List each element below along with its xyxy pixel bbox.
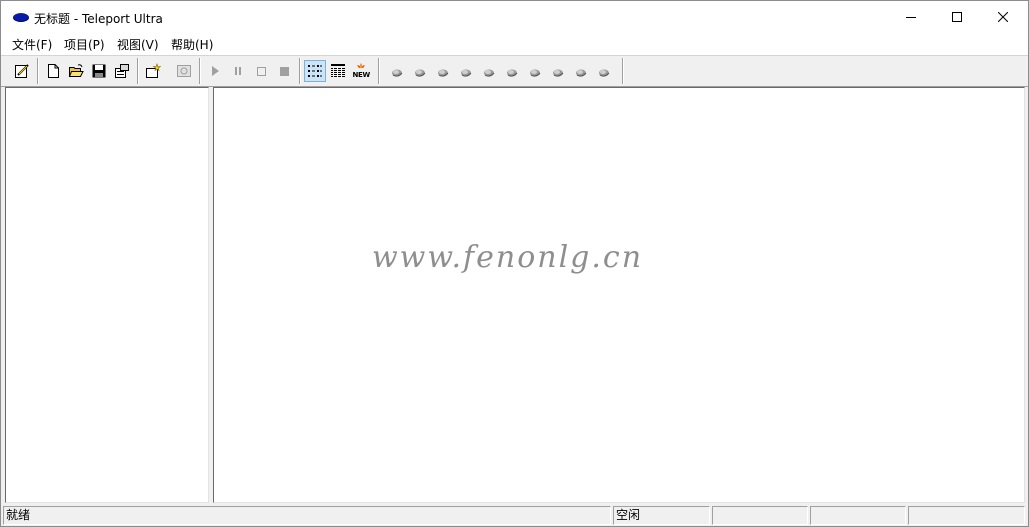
save-button[interactable] — [89, 61, 109, 81]
menu-help[interactable]: 帮助(H) — [170, 37, 214, 53]
new-file-icon — [48, 64, 59, 78]
status-light-icon — [461, 69, 472, 77]
new-address-button[interactable] — [143, 61, 163, 81]
status-light-button[interactable] — [525, 61, 545, 81]
minimize-button[interactable] — [888, 1, 934, 33]
pause-button[interactable] — [228, 61, 248, 81]
status-state: 空闲 — [613, 506, 710, 525]
minimize-icon — [906, 17, 916, 18]
status-light-icon — [484, 69, 495, 77]
status-light-icon — [415, 69, 426, 77]
stop-all-icon — [280, 67, 289, 76]
start-button[interactable] — [205, 61, 225, 81]
list-view-icon — [308, 65, 322, 77]
status-cell-3 — [712, 506, 808, 525]
window-title: 无标题 - Teleport Ultra — [34, 12, 163, 26]
toolbar: NEW — [1, 55, 1028, 87]
detail-view-icon — [331, 64, 345, 78]
status-light-icon — [599, 69, 610, 77]
stop-button[interactable] — [251, 61, 271, 81]
menu-bar: 文件(F) 项目(P) 视图(V) 帮助(H) — [1, 33, 1028, 55]
status-light-button[interactable] — [410, 61, 430, 81]
detail-view-button[interactable] — [328, 61, 348, 81]
project-list-pane[interactable]: www.fenonlg.cn — [213, 87, 1025, 503]
status-light-icon — [530, 69, 541, 77]
stop-all-button[interactable] — [274, 61, 294, 81]
toolbar-separator — [378, 58, 380, 84]
list-view-button[interactable] — [304, 60, 326, 82]
project-tree-pane[interactable] — [5, 87, 209, 503]
status-light-button[interactable] — [548, 61, 568, 81]
status-light-button[interactable] — [387, 61, 407, 81]
svg-text:NEW: NEW — [353, 71, 371, 79]
open-folder-icon — [68, 64, 84, 77]
edit-icon — [15, 64, 29, 78]
toolbar-separator — [299, 58, 301, 84]
stop-icon — [257, 67, 266, 76]
maximize-icon — [952, 12, 962, 22]
status-light-button[interactable] — [571, 61, 591, 81]
close-button[interactable] — [980, 1, 1026, 33]
app-window: 无标题 - Teleport Ultra 文件(F) 项目(P) 视图(V) 帮… — [0, 0, 1029, 527]
new-address-icon — [146, 63, 161, 78]
status-light-button[interactable] — [502, 61, 522, 81]
status-light-button[interactable] — [433, 61, 453, 81]
status-cell-5 — [908, 506, 1025, 525]
status-cell-4 — [810, 506, 906, 525]
new-badge-button[interactable]: NEW — [351, 61, 371, 81]
edit-button[interactable] — [12, 61, 32, 81]
menu-view[interactable]: 视图(V) — [116, 37, 160, 53]
title-bar[interactable]: 无标题 - Teleport Ultra — [1, 1, 1028, 33]
watermark-text: www.fenonlg.cn — [372, 240, 644, 275]
status-light-icon — [576, 69, 587, 77]
find-button[interactable] — [174, 61, 194, 81]
toolbar-separator — [199, 58, 201, 84]
save-icon — [92, 64, 106, 78]
menu-project[interactable]: 项目(P) — [63, 37, 106, 53]
open-button[interactable] — [66, 61, 86, 81]
status-light-button[interactable] — [456, 61, 476, 81]
properties-button[interactable] — [112, 61, 132, 81]
status-light-icon — [553, 69, 564, 77]
app-ellipse-icon[interactable] — [13, 13, 29, 22]
pause-icon — [235, 67, 241, 75]
toolbar-separator — [622, 58, 624, 84]
status-light-button[interactable] — [479, 61, 499, 81]
status-bar: 就绪 空闲 — [1, 504, 1028, 526]
toolbar-separator — [137, 58, 139, 84]
toolbar-separator — [37, 58, 39, 84]
find-icon — [177, 65, 191, 77]
new-file-button[interactable] — [43, 61, 63, 81]
status-light-button[interactable] — [594, 61, 614, 81]
new-badge-icon: NEW — [353, 63, 371, 79]
close-icon — [998, 12, 1008, 22]
status-light-icon — [507, 69, 518, 77]
status-ready: 就绪 — [3, 506, 611, 525]
status-light-icon — [392, 69, 403, 77]
properties-icon — [115, 64, 129, 78]
maximize-button[interactable] — [934, 1, 980, 33]
menu-file[interactable]: 文件(F) — [11, 37, 53, 53]
status-light-icon — [438, 69, 449, 77]
start-icon — [212, 66, 219, 76]
